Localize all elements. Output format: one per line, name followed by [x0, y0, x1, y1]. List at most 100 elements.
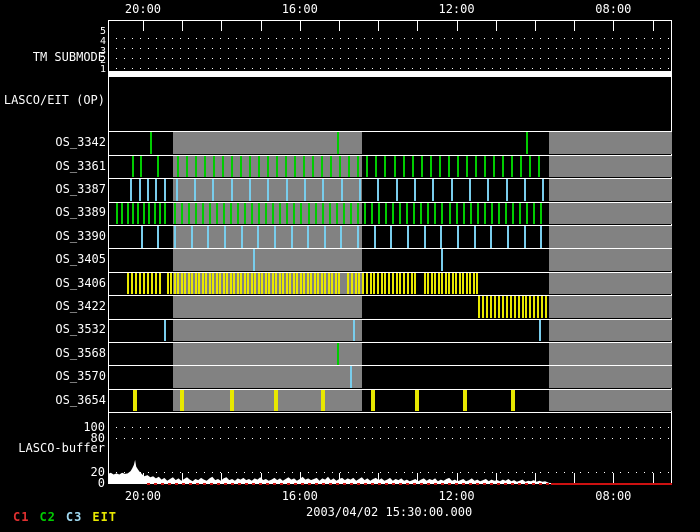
event-mark	[276, 156, 278, 178]
event-mark	[343, 203, 345, 225]
event-mark	[310, 273, 312, 295]
event-mark	[399, 203, 401, 225]
event-mark	[434, 203, 436, 225]
event-mark	[524, 179, 526, 201]
hour-tick-top	[143, 21, 144, 31]
event-mark	[370, 273, 372, 295]
event-mark	[164, 203, 166, 225]
row-label: OS_3389	[16, 206, 106, 219]
event-mark	[324, 226, 326, 248]
event-mark	[355, 273, 357, 295]
event-mark	[151, 273, 153, 295]
event-mark	[507, 226, 509, 248]
event-mark	[432, 179, 434, 201]
event-mark	[279, 203, 281, 225]
event-mark	[475, 156, 477, 178]
event-mark	[207, 226, 209, 248]
event-mark	[510, 296, 512, 318]
event-mark	[542, 179, 544, 201]
event-mark	[322, 179, 324, 201]
event-mark	[261, 273, 263, 295]
event-mark	[412, 156, 414, 178]
gray-band	[549, 249, 672, 271]
event-mark	[254, 273, 256, 295]
event-mark	[335, 273, 337, 295]
event-mark	[322, 203, 324, 225]
event-mark	[154, 203, 156, 225]
event-mark	[366, 156, 368, 178]
event-mark	[406, 203, 408, 225]
row-label: OS_3406	[16, 277, 106, 290]
event-mark	[132, 203, 134, 225]
event-mark	[304, 179, 306, 201]
event-mark	[258, 156, 260, 178]
hour-tick-top	[300, 21, 301, 31]
event-mark	[328, 273, 330, 295]
event-mark	[427, 273, 429, 295]
event-mark	[195, 156, 197, 178]
event-mark	[286, 179, 288, 201]
buffer-area-chart	[108, 413, 672, 484]
event-mark	[133, 390, 137, 412]
hour-tick-top	[653, 21, 654, 31]
event-mark	[274, 226, 276, 248]
event-mark	[456, 203, 458, 225]
event-mark	[272, 203, 274, 225]
event-mark	[491, 203, 493, 225]
buffer-ytick-label: 0	[65, 477, 105, 490]
event-mark	[403, 156, 405, 178]
event-mark	[286, 203, 288, 225]
event-mark	[265, 273, 267, 295]
event-mark	[251, 273, 253, 295]
event-mark	[421, 156, 423, 178]
event-mark	[224, 226, 226, 248]
event-mark	[291, 226, 293, 248]
bottom-axis-label: 12:00	[438, 490, 474, 503]
event-mark	[275, 273, 277, 295]
event-mark	[394, 156, 396, 178]
row-label: OS_3422	[16, 300, 106, 313]
event-mark	[451, 179, 453, 201]
event-mark	[407, 226, 409, 248]
event-mark	[385, 203, 387, 225]
event-mark	[373, 273, 375, 295]
event-mark	[498, 296, 500, 318]
hour-tick-top	[613, 21, 614, 31]
event-mark	[258, 203, 260, 225]
hour-tick-top	[457, 21, 458, 31]
event-mark	[231, 156, 233, 178]
event-mark	[340, 226, 342, 248]
event-mark	[212, 273, 214, 295]
event-mark	[493, 156, 495, 178]
event-mark	[223, 203, 225, 225]
gray-band	[549, 203, 672, 225]
event-mark	[520, 156, 522, 178]
event-mark	[537, 296, 539, 318]
row-label: OS_3390	[16, 230, 106, 243]
event-mark	[121, 203, 123, 225]
event-mark	[357, 156, 359, 178]
event-mark	[396, 179, 398, 201]
event-mark	[407, 273, 409, 295]
event-mark	[474, 226, 476, 248]
event-mark	[186, 156, 188, 178]
event-mark	[116, 203, 118, 225]
event-mark	[195, 203, 197, 225]
event-mark	[445, 273, 447, 295]
event-mark	[174, 273, 176, 295]
event-mark	[141, 226, 143, 248]
event-mark	[188, 203, 190, 225]
event-mark	[439, 156, 441, 178]
bottom-axis-label: 08:00	[595, 490, 631, 503]
event-mark	[351, 273, 353, 295]
event-mark	[147, 179, 149, 201]
event-mark	[188, 273, 190, 295]
event-mark	[337, 343, 339, 365]
event-mark	[237, 203, 239, 225]
event-mark	[249, 156, 251, 178]
gray-band	[549, 273, 672, 295]
gray-band	[173, 390, 362, 412]
event-mark	[473, 273, 475, 295]
event-mark	[374, 226, 376, 248]
event-mark	[415, 390, 419, 412]
